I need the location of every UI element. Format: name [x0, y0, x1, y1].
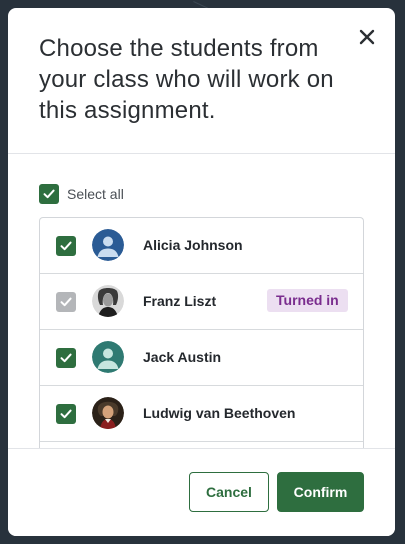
- confirm-button[interactable]: Confirm: [277, 472, 364, 512]
- checkmark-icon: [43, 189, 55, 199]
- checkmark-icon: [60, 241, 72, 251]
- select-students-modal: Choose the students from your class who …: [8, 8, 395, 536]
- checkmark-icon: [60, 409, 72, 419]
- portrait-photo-icon: [92, 397, 124, 429]
- student-checkbox[interactable]: [56, 404, 76, 424]
- avatar: [92, 285, 124, 317]
- default-avatar-icon: [92, 341, 124, 373]
- checkmark-icon: [60, 353, 72, 363]
- modal-title: Choose the students from your class who …: [39, 35, 334, 124]
- student-name: Alicia Johnson: [143, 237, 243, 253]
- student-name: Franz Liszt: [143, 293, 217, 309]
- close-button[interactable]: [354, 24, 380, 50]
- cancel-button[interactable]: Cancel: [189, 472, 269, 512]
- student-row-alicia-johnson[interactable]: Alicia Johnson: [40, 218, 363, 274]
- default-avatar-icon: [92, 229, 124, 261]
- close-icon: [359, 29, 375, 45]
- student-checkbox[interactable]: [56, 348, 76, 368]
- checkmark-icon: [60, 297, 72, 307]
- student-row-franz-liszt: Franz Liszt Turned in: [40, 274, 363, 330]
- avatar: [92, 341, 124, 373]
- student-name: Ludwig van Beethoven: [143, 405, 296, 421]
- avatar: [92, 229, 124, 261]
- turned-in-badge: Turned in: [267, 289, 348, 312]
- select-all-checkbox[interactable]: Select all: [39, 184, 124, 204]
- student-checkbox[interactable]: [56, 236, 76, 256]
- student-row-jack-austin[interactable]: Jack Austin: [40, 330, 363, 386]
- portrait-photo-icon: [92, 285, 124, 317]
- modal-footer: Cancel Confirm: [8, 448, 395, 536]
- select-all-check-box[interactable]: [39, 184, 59, 204]
- student-checkbox-disabled: [56, 292, 76, 312]
- student-list[interactable]: Alicia Johnson Franz Liszt Turned in Jac…: [39, 217, 364, 457]
- avatar: [92, 397, 124, 429]
- student-row-ludwig-van-beethoven[interactable]: Ludwig van Beethoven: [40, 386, 363, 442]
- student-name: Jack Austin: [143, 349, 222, 365]
- select-all-label: Select all: [67, 186, 124, 202]
- modal-header: Choose the students from your class who …: [8, 8, 395, 154]
